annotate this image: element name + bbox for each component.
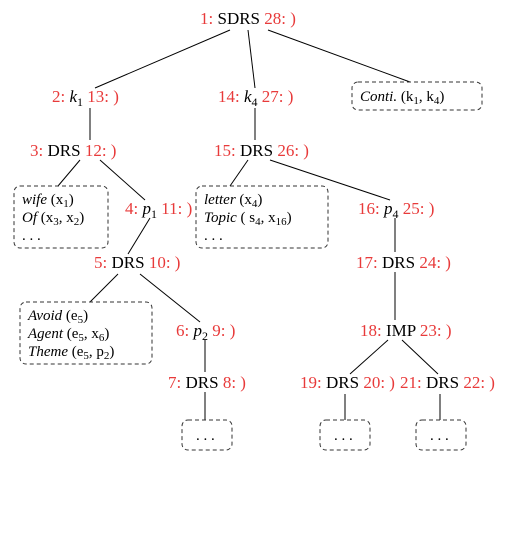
svg-text:2: k1: 2: k1 13: ) bbox=[52, 87, 119, 109]
node-p4: 16: p4 25: ) bbox=[358, 199, 434, 221]
svg-text:Agent (e5, x6): Agent (e5, x6) bbox=[27, 326, 109, 344]
svg-text:5: DRS: 5: DRS 10: ) bbox=[94, 253, 180, 272]
node-drs-17: 17: DRS 24: ) bbox=[356, 253, 451, 272]
svg-text:3: DRS: 3: DRS 12: ) bbox=[30, 141, 116, 160]
svg-text:. . .: . . . bbox=[334, 428, 353, 444]
svg-text:4: p1: 4: p1 11: ) bbox=[125, 199, 192, 221]
svg-text:letter (x4): letter (x4) bbox=[204, 192, 262, 210]
svg-text:14: k4: 14: k4 27: ) bbox=[218, 87, 293, 109]
box-wife: wife (x1) Of (x3, x2) . . . bbox=[14, 186, 108, 248]
node-k1: 2: k1 13: ) bbox=[52, 87, 119, 109]
svg-text:6: p2: 6: p2 9: ) bbox=[176, 321, 235, 343]
svg-text:. . .: . . . bbox=[22, 228, 41, 244]
node-p2: 6: p2 9: ) bbox=[176, 321, 235, 343]
svg-text:. . .: . . . bbox=[204, 228, 223, 244]
box-dots-7: . . . bbox=[182, 420, 232, 450]
svg-text:Conti. (k1, k4): Conti. (k1, k4) bbox=[360, 89, 444, 107]
svg-text:. . .: . . . bbox=[196, 428, 215, 444]
node-drs-21: 21: DRS 22: ) bbox=[400, 373, 495, 392]
node-imp: 18: IMP 23: ) bbox=[360, 321, 451, 340]
box-letter: letter (x4) Topic ( s4, x16) . . . bbox=[196, 186, 328, 248]
svg-text:21: DRS 22: 21: DRS 22: ) bbox=[400, 373, 495, 392]
svg-text:7: DRS: 7: DRS 8: ) bbox=[168, 373, 246, 392]
svg-text:15: DRS: 15: DRS 26: ) bbox=[214, 141, 309, 160]
node-drs-7: 7: DRS 8: ) bbox=[168, 373, 246, 392]
svg-text:19: DRS 20: 19: DRS 20: ) bbox=[300, 373, 395, 392]
node-drs-19: 19: DRS 20: ) bbox=[300, 373, 395, 392]
svg-text:16: p4: 16: p4 25: ) bbox=[358, 199, 434, 221]
svg-text:Avoid (e5): Avoid (e5) bbox=[27, 308, 88, 326]
node-k4: 14: k4 27: ) bbox=[218, 87, 293, 109]
box-conti: Conti. (k1, k4) bbox=[352, 82, 482, 110]
svg-text:1: SDRS: 1: SDRS 28: ) bbox=[200, 9, 296, 28]
node-sdrs: 1: SDRS 28: ) bbox=[200, 9, 296, 28]
node-drs-15: 15: DRS 26: ) bbox=[214, 141, 309, 160]
sdrs-tree-diagram: 1: SDRS 28: ) 2: k1 13: ) 3: DRS 12: ) bbox=[0, 0, 514, 536]
node-drs-5: 5: DRS 10: ) bbox=[94, 253, 180, 272]
svg-text:. . .: . . . bbox=[430, 428, 449, 444]
box-avoid: Avoid (e5) Agent (e5, x6) Theme (e5, p2) bbox=[20, 302, 152, 364]
node-drs-3: 3: DRS 12: ) bbox=[30, 141, 116, 160]
svg-text:18: IMP: 18: IMP 23: ) bbox=[360, 321, 451, 340]
box-dots-19: . . . bbox=[320, 420, 370, 450]
node-p1: 4: p1 11: ) bbox=[125, 199, 192, 221]
svg-text:wife (x1): wife (x1) bbox=[22, 192, 74, 210]
svg-text:Of (x3, x2): Of (x3, x2) bbox=[22, 210, 84, 228]
box-dots-21: . . . bbox=[416, 420, 466, 450]
svg-text:Topic ( s4, x16): Topic ( s4, x16) bbox=[204, 210, 292, 228]
svg-text:17: DRS: 17: DRS 24: ) bbox=[356, 253, 451, 272]
svg-text:Theme (e5, p2): Theme (e5, p2) bbox=[28, 344, 114, 362]
